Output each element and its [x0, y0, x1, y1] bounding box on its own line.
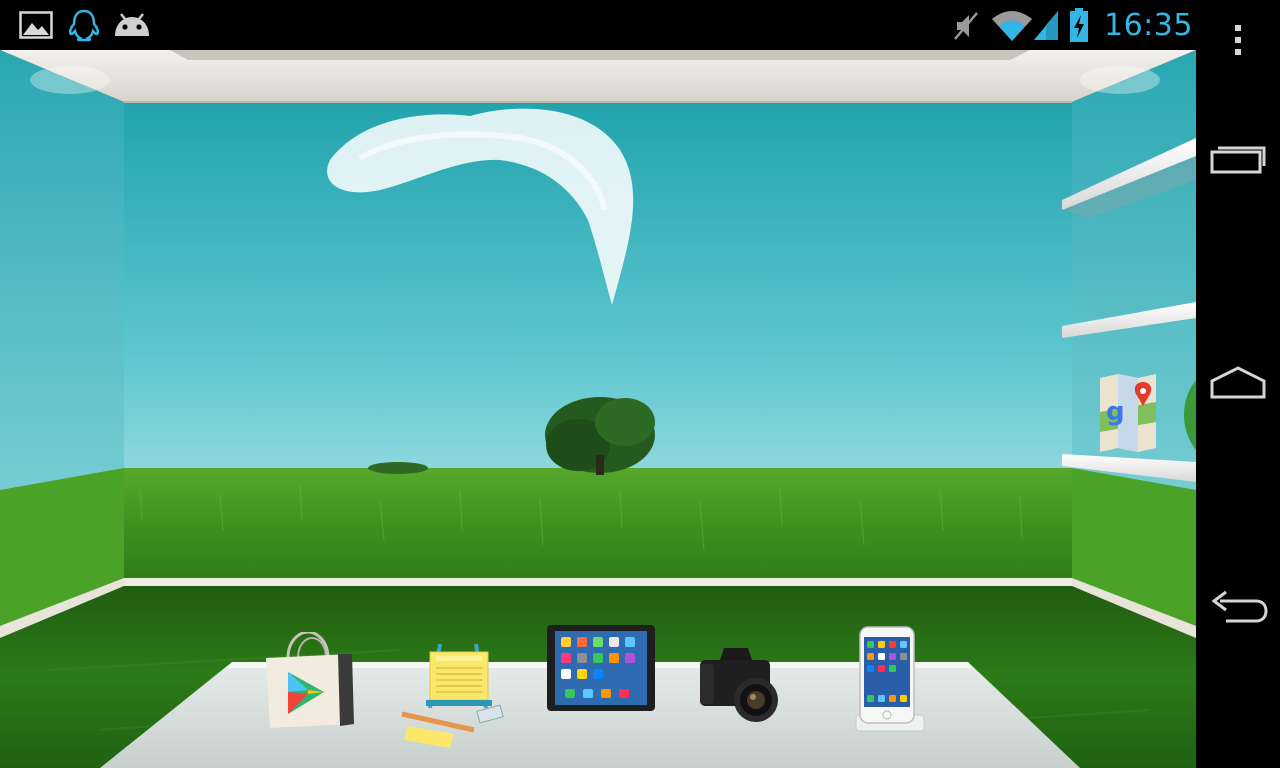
menu-icon — [1235, 25, 1241, 55]
home-button[interactable] — [1196, 338, 1280, 428]
back-icon — [1211, 590, 1268, 623]
clock: 16:35 — [1104, 8, 1193, 43]
status-bar[interactable]: 16:35 — [0, 0, 1196, 50]
signal-icon — [1034, 11, 1058, 40]
recent-apps-icon — [1210, 146, 1266, 174]
svg-text:g: g — [1106, 397, 1125, 427]
battery-charging-icon — [1070, 8, 1088, 42]
wifi-icon — [992, 11, 1032, 41]
camera-icon[interactable] — [696, 642, 782, 724]
android-icon — [115, 13, 149, 36]
browser-icon[interactable] — [1184, 380, 1196, 450]
home-icon — [1210, 366, 1266, 399]
recent-apps-button[interactable] — [1196, 114, 1280, 204]
home-screen[interactable]: g — [0, 50, 1196, 768]
google-maps-icon[interactable]: g — [1098, 372, 1158, 454]
gallery-icon — [19, 11, 53, 39]
notes-easel-icon[interactable] — [400, 638, 512, 750]
mute-icon — [954, 12, 978, 40]
play-store-icon[interactable] — [260, 632, 356, 732]
navigation-bar[interactable] — [1196, 0, 1280, 768]
tablet-icon[interactable] — [545, 623, 657, 713]
overflow-menu-button[interactable] — [1196, 0, 1280, 80]
qq-penguin-icon — [68, 9, 100, 42]
back-button[interactable] — [1196, 562, 1280, 652]
phone-icon[interactable] — [852, 625, 928, 735]
